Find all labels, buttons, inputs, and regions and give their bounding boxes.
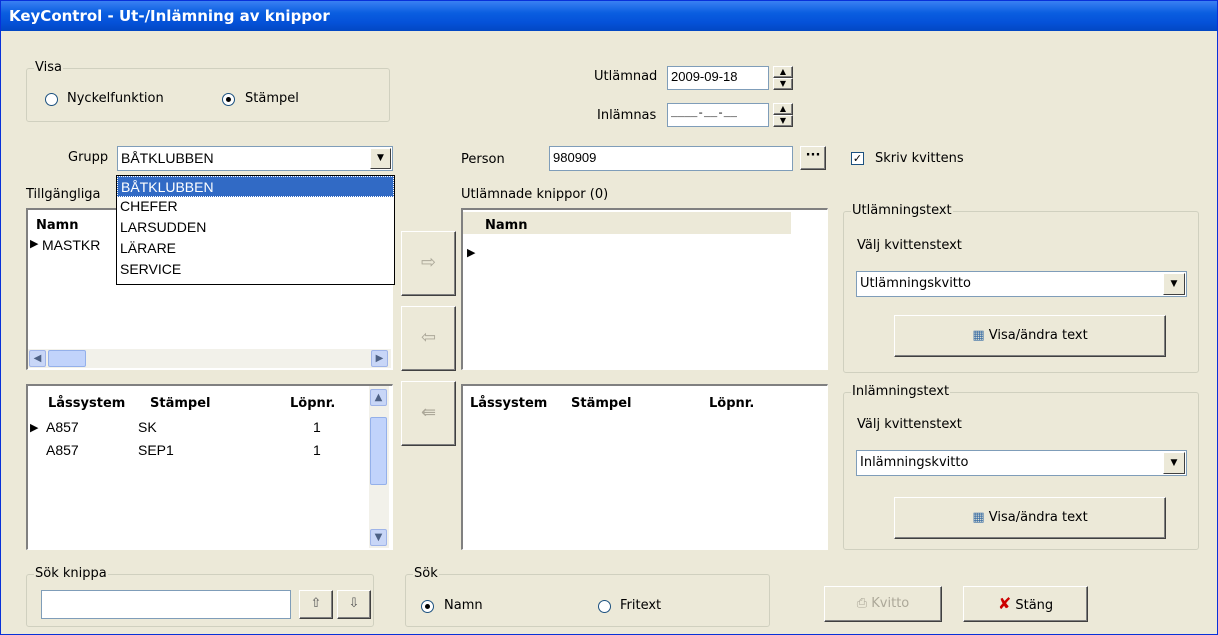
- table-row-cell[interactable]: SK: [138, 419, 157, 435]
- grupp-option-batklubben[interactable]: BÅTKLUBBEN: [117, 176, 394, 197]
- utlamning-choose-label: Välj kvittenstext: [857, 238, 962, 253]
- arrow-left-icon: ⇦: [420, 327, 437, 348]
- utlamning-kvittens-select[interactable]: Utlämningskvitto: [856, 271, 1187, 297]
- stang-button[interactable]: ✘ Stäng: [963, 586, 1088, 622]
- person-label: Person: [461, 152, 505, 167]
- tillgangliga-label: Tillgängliga: [26, 187, 101, 202]
- kvitto-label: Kvitto: [871, 596, 910, 611]
- inlamningstext-group-label: Inlämningstext: [851, 384, 951, 400]
- radio-fritext-label: Fritext: [620, 598, 662, 613]
- grupp-select[interactable]: BÅTKLUBBEN: [117, 146, 393, 171]
- utlamnad-spin-up[interactable]: ▲: [773, 66, 793, 78]
- utlamnade-label: Utlämnade knippor (0): [461, 187, 609, 202]
- radio-nyckelfunktion[interactable]: [45, 93, 58, 106]
- inlamnas-spin-down[interactable]: ▼: [773, 115, 793, 127]
- printer-icon: ⎙: [856, 596, 868, 611]
- locks-left-vscrollbar[interactable]: ▲ ▼: [369, 386, 389, 548]
- window-title: KeyControl - Ut-/Inlämning av knippor: [1, 1, 1217, 31]
- move-all-left-button[interactable]: ⇚: [401, 381, 456, 446]
- vscroll-thumb[interactable]: [370, 417, 387, 485]
- grupp-option-service[interactable]: SERVICE: [117, 260, 394, 281]
- main-window: KeyControl - Ut-/Inlämning av knippor Vi…: [0, 0, 1218, 635]
- sok-group-label: Sök: [413, 566, 439, 582]
- stang-label: Stäng: [1015, 598, 1054, 613]
- inlamnas-label: Inlämnas: [597, 108, 657, 123]
- visa-group-label: Visa: [34, 60, 63, 76]
- locks-left-list[interactable]: Låssystem Stämpel Löpnr. ▶ A857 SK 1 A85…: [26, 384, 393, 550]
- table-row-cell[interactable]: A857: [46, 419, 79, 435]
- edit-text-icon: ▦: [972, 510, 985, 525]
- inlamning-kvittens-select[interactable]: Inlämningskvitto: [856, 450, 1187, 476]
- locks-right-header-stampel: Stämpel: [571, 396, 632, 411]
- radio-stampel[interactable]: [222, 93, 235, 106]
- locks-left-header-stampel: Stämpel: [150, 396, 211, 411]
- grupp-option-larsudden[interactable]: LARSUDDEN: [117, 218, 394, 239]
- skriv-kvittens-checkbox[interactable]: ✓: [851, 152, 864, 165]
- scroll-right-icon[interactable]: ▶: [371, 350, 388, 367]
- sok-knippa-input[interactable]: [41, 590, 291, 619]
- radio-namn-label: Namn: [444, 598, 483, 613]
- sok-knippa-label: Sök knippa: [34, 566, 108, 582]
- scroll-down-icon[interactable]: ▼: [370, 529, 387, 546]
- inlamnas-spin-up[interactable]: ▲: [773, 103, 793, 115]
- hscroll-thumb[interactable]: [48, 350, 86, 367]
- table-row-cell[interactable]: 1: [313, 442, 321, 458]
- close-icon: ✘: [997, 594, 1012, 613]
- radio-stampel-label: Stämpel: [245, 91, 299, 106]
- scroll-left-icon[interactable]: ◀: [29, 350, 46, 367]
- radio-nyckelfunktion-label: Nyckelfunktion: [67, 91, 164, 106]
- utlamning-edit-text-button[interactable]: ▦ Visa/ändra text: [894, 315, 1166, 357]
- table-row-cell[interactable]: A857: [46, 442, 79, 458]
- list-item[interactable]: MASTKR: [42, 237, 100, 253]
- radio-namn[interactable]: [421, 600, 434, 613]
- radio-fritext[interactable]: [598, 600, 611, 613]
- person-browse-button[interactable]: ···: [800, 146, 826, 170]
- row-pointer-icon: ▶: [30, 237, 39, 250]
- edit-text-icon: ▦: [972, 328, 985, 343]
- utlamning-edit-text-label: Visa/ändra text: [988, 328, 1088, 343]
- move-right-button[interactable]: ⇨: [401, 231, 456, 296]
- inlamnas-date-field[interactable]: ____-__-__: [667, 103, 769, 127]
- grupp-label: Grupp: [68, 150, 109, 165]
- double-arrow-left-icon: ⇚: [420, 402, 437, 423]
- locks-left-header-lassystem: Låssystem: [48, 396, 126, 411]
- person-input[interactable]: 980909: [549, 146, 793, 171]
- inlamning-edit-text-button[interactable]: ▦ Visa/ändra text: [894, 497, 1166, 539]
- inlamning-dropdown-button[interactable]: ▼: [1163, 452, 1185, 474]
- arrow-right-icon: ⇨: [420, 252, 437, 273]
- table-row-cell[interactable]: 1: [313, 419, 321, 435]
- move-left-button[interactable]: ⇦: [401, 306, 456, 371]
- utlamnad-spin-down[interactable]: ▼: [773, 78, 793, 90]
- search-down-button[interactable]: ⇩: [337, 590, 371, 619]
- utlamningstext-group-label: Utlämningstext: [851, 203, 953, 219]
- scroll-up-icon[interactable]: ▲: [370, 389, 387, 406]
- kvitto-button[interactable]: ⎙ Kvitto: [824, 586, 942, 622]
- locks-right-header-lassystem: Låssystem: [470, 396, 548, 411]
- grupp-option-larare[interactable]: LÄRARE: [117, 239, 394, 260]
- handed-out-list[interactable]: Namn ▶: [461, 208, 828, 370]
- locks-left-header-lopnr: Löpnr.: [290, 396, 336, 411]
- row-pointer-icon: ▶: [467, 246, 476, 259]
- row-pointer-icon: ▶: [30, 421, 39, 434]
- available-hscrollbar[interactable]: ◀ ▶: [28, 349, 391, 368]
- inlamning-edit-text-label: Visa/ändra text: [988, 510, 1088, 525]
- utlamnad-label: Utlämnad: [594, 69, 658, 84]
- table-row-cell[interactable]: SEP1: [138, 442, 174, 458]
- search-up-button[interactable]: ⇧: [299, 590, 333, 619]
- handed-out-header-namn: Namn: [485, 218, 528, 233]
- inlamning-choose-label: Välj kvittenstext: [857, 417, 962, 432]
- utlamning-dropdown-button[interactable]: ▼: [1163, 273, 1185, 295]
- grupp-option-chefer[interactable]: CHEFER: [117, 197, 394, 218]
- grupp-dropdown-button[interactable]: ▼: [370, 148, 391, 169]
- locks-right-list[interactable]: Låssystem Stämpel Löpnr.: [461, 384, 828, 550]
- skriv-kvittens-label: Skriv kvittens: [875, 151, 964, 166]
- locks-right-header-lopnr: Löpnr.: [709, 396, 755, 411]
- available-header-namn: Namn: [36, 218, 79, 233]
- grupp-dropdown-list[interactable]: BÅTKLUBBEN CHEFER LARSUDDEN LÄRARE SERVI…: [116, 175, 395, 285]
- utlamnad-date-field[interactable]: 2009-09-18: [667, 66, 769, 90]
